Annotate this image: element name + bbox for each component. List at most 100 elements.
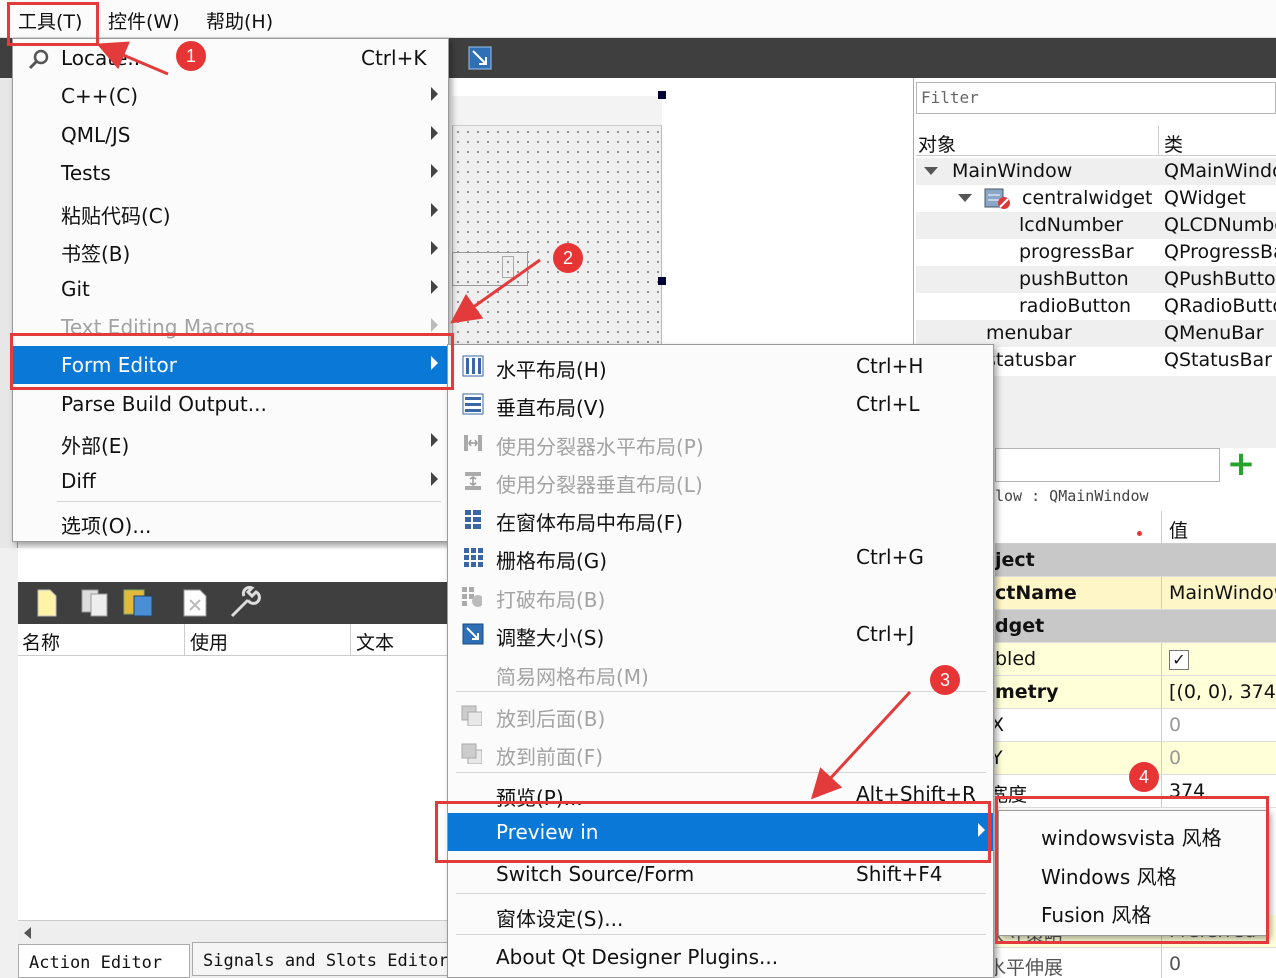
menu-item-cpp[interactable]: C++(C) bbox=[13, 77, 448, 115]
property-group-qobject[interactable]: ject bbox=[995, 544, 1276, 577]
submenu-arrow-icon bbox=[431, 87, 438, 101]
column-object: 对象 bbox=[918, 134, 957, 156]
property-group-qwidget[interactable]: dget bbox=[995, 610, 1276, 643]
add-dynamic-property-icon[interactable]: + bbox=[1224, 447, 1258, 482]
callout-1: 1 bbox=[176, 41, 206, 71]
tab-action-editor[interactable]: Action Editor bbox=[18, 944, 190, 978]
menu-item-tests[interactable]: Tests bbox=[13, 154, 448, 192]
menu-item-diff[interactable]: Diff bbox=[13, 462, 448, 500]
property-horizontal-stretch[interactable]: 水平伸展0 bbox=[995, 948, 1276, 978]
search-icon bbox=[28, 49, 49, 70]
new-action-icon[interactable] bbox=[36, 588, 58, 618]
object-inspector-header: 对象 类 bbox=[916, 126, 1276, 156]
submenu-arrow-icon bbox=[431, 126, 438, 140]
column-divider bbox=[1158, 126, 1159, 156]
adjust-size-icon[interactable] bbox=[468, 46, 492, 70]
column-name: 名称 bbox=[22, 632, 61, 654]
submenu-arrow-icon bbox=[431, 433, 438, 447]
property-geometry[interactable]: metry[(0, 0), 374 x bbox=[995, 676, 1276, 709]
configure-wrench-icon[interactable] bbox=[228, 586, 264, 620]
tab-signals-slots-editor[interactable]: Signals and Slots Editor bbox=[192, 942, 448, 976]
menu-item-paste-code[interactable]: 粘贴代码(C) bbox=[13, 193, 448, 231]
menu-separator bbox=[456, 934, 986, 935]
horizontal-splitter-icon bbox=[464, 435, 482, 451]
enabled-checkbox[interactable]: ✓ bbox=[1169, 650, 1189, 670]
property-class-label: low : QMainWindow bbox=[995, 487, 1149, 505]
column-used: 使用 bbox=[190, 632, 229, 654]
annotation-box-preview-in bbox=[435, 801, 991, 863]
expand-arrow-icon[interactable] bbox=[958, 194, 972, 202]
tree-row-lcdnumber[interactable]: lcdNumberQLCDNumber bbox=[916, 212, 1276, 239]
menu-item-git[interactable]: Git bbox=[13, 270, 448, 308]
menu-item-about-plugins[interactable]: About Qt Designer Plugins... bbox=[448, 938, 993, 976]
tree-row-radiobutton[interactable]: radioButtonQRadioButton bbox=[916, 293, 1276, 320]
annotation-box-form-editor bbox=[10, 333, 454, 390]
menu-item-form-settings[interactable]: 窗体设定(S)... bbox=[448, 896, 993, 934]
menu-item-external[interactable]: 外部(E) bbox=[13, 423, 448, 461]
menu-item-parse-build-output[interactable]: Parse Build Output... bbox=[13, 385, 448, 423]
menu-item-adjust-size[interactable]: 调整大小(S) Ctrl+J bbox=[448, 615, 993, 653]
break-layout-icon bbox=[462, 587, 482, 607]
sort-indicator bbox=[1137, 531, 1142, 536]
annotation-box-tools-menu bbox=[7, 2, 99, 46]
object-filter-input[interactable]: Filter bbox=[916, 82, 1276, 114]
expand-arrow-icon[interactable] bbox=[924, 167, 938, 175]
menu-item-horizontal-layout[interactable]: 水平布局(H) Ctrl+H bbox=[448, 347, 993, 385]
menu-item-vertical-splitter[interactable]: 使用分裂器垂直布局(L) bbox=[448, 462, 993, 500]
horizontal-layout-icon bbox=[462, 355, 484, 377]
vertical-layout-icon bbox=[462, 393, 484, 415]
widget-broken-layout-icon bbox=[984, 188, 1010, 209]
menu-item-qmljs[interactable]: QML/JS bbox=[13, 116, 448, 154]
form-preview[interactable] bbox=[452, 96, 662, 346]
property-header: 值 bbox=[995, 511, 1276, 544]
menu-item-grid-layout[interactable]: 栅格布局(G) Ctrl+G bbox=[448, 538, 993, 576]
annotation-box-styles bbox=[995, 796, 1269, 944]
column-text: 文本 bbox=[356, 632, 395, 654]
column-divider bbox=[350, 624, 351, 656]
menu-item-break-layout[interactable]: 打破布局(B) bbox=[448, 577, 993, 615]
menu-item-form-layout[interactable]: 在窗体布局中布局(F) bbox=[448, 500, 993, 538]
submenu-arrow-icon bbox=[431, 280, 438, 294]
bring-to-front-icon bbox=[461, 743, 482, 764]
menu-item-simplify-grid[interactable]: 简易网格布局(M) bbox=[448, 654, 993, 692]
menu-item-send-to-back[interactable]: 放到后面(B) bbox=[448, 696, 993, 734]
tree-row-centralwidget[interactable]: centralwidget QWidget bbox=[916, 185, 1276, 212]
tree-row-menubar[interactable]: menubar QMenuBar bbox=[916, 320, 1276, 347]
menu-item-options[interactable]: 选项(O)... bbox=[13, 503, 448, 541]
resize-handle[interactable] bbox=[658, 277, 666, 285]
submenu-arrow-icon bbox=[431, 318, 438, 332]
form-layout-icon bbox=[465, 510, 481, 529]
delete-action-icon[interactable] bbox=[182, 588, 210, 618]
menu-widgets[interactable]: 控件(W) bbox=[108, 7, 180, 34]
form-widget[interactable] bbox=[452, 252, 528, 286]
property-filter-input[interactable] bbox=[995, 448, 1220, 482]
property-enabled[interactable]: bled ✓ bbox=[995, 643, 1276, 676]
column-class: 类 bbox=[1164, 134, 1184, 156]
resize-handle[interactable] bbox=[658, 91, 666, 99]
tree-row-mainwindow[interactable]: MainWindow QMainWindow bbox=[916, 158, 1276, 185]
callout-2: 2 bbox=[553, 243, 583, 273]
menu-bar: 工具(T) 控件(W) 帮助(H) bbox=[0, 0, 1276, 38]
menu-item-bookmarks[interactable]: 书签(B) bbox=[13, 231, 448, 269]
menu-separator bbox=[57, 501, 441, 502]
menu-item-vertical-layout[interactable]: 垂直布局(V) Ctrl+L bbox=[448, 385, 993, 423]
menu-item-horizontal-splitter[interactable]: 使用分裂器水平布局(P) bbox=[448, 424, 993, 462]
tree-row-pushbutton[interactable]: pushButton QPushButton bbox=[916, 266, 1276, 293]
property-x[interactable]: X0 bbox=[995, 709, 1276, 742]
submenu-arrow-icon bbox=[431, 203, 438, 217]
action-editor-toolbar bbox=[18, 582, 448, 624]
paste-action-icon[interactable] bbox=[122, 586, 154, 618]
property-objectname[interactable]: ctNameMainWindow bbox=[995, 577, 1276, 610]
horizontal-scrollbar[interactable] bbox=[18, 920, 448, 944]
copy-action-icon[interactable] bbox=[80, 588, 110, 618]
menu-help[interactable]: 帮助(H) bbox=[206, 7, 273, 34]
callout-3: 3 bbox=[930, 665, 960, 695]
submenu-arrow-icon bbox=[431, 164, 438, 178]
submenu-arrow-icon bbox=[431, 241, 438, 255]
submenu-arrow-icon bbox=[431, 472, 438, 486]
tree-row-progressbar[interactable]: progressBarQProgressBar bbox=[916, 239, 1276, 266]
menu-item-bring-to-front[interactable]: 放到前面(F) bbox=[448, 734, 993, 772]
adjust-size-icon bbox=[462, 623, 484, 645]
scroll-left-icon[interactable] bbox=[24, 927, 31, 939]
column-divider bbox=[1161, 511, 1162, 544]
